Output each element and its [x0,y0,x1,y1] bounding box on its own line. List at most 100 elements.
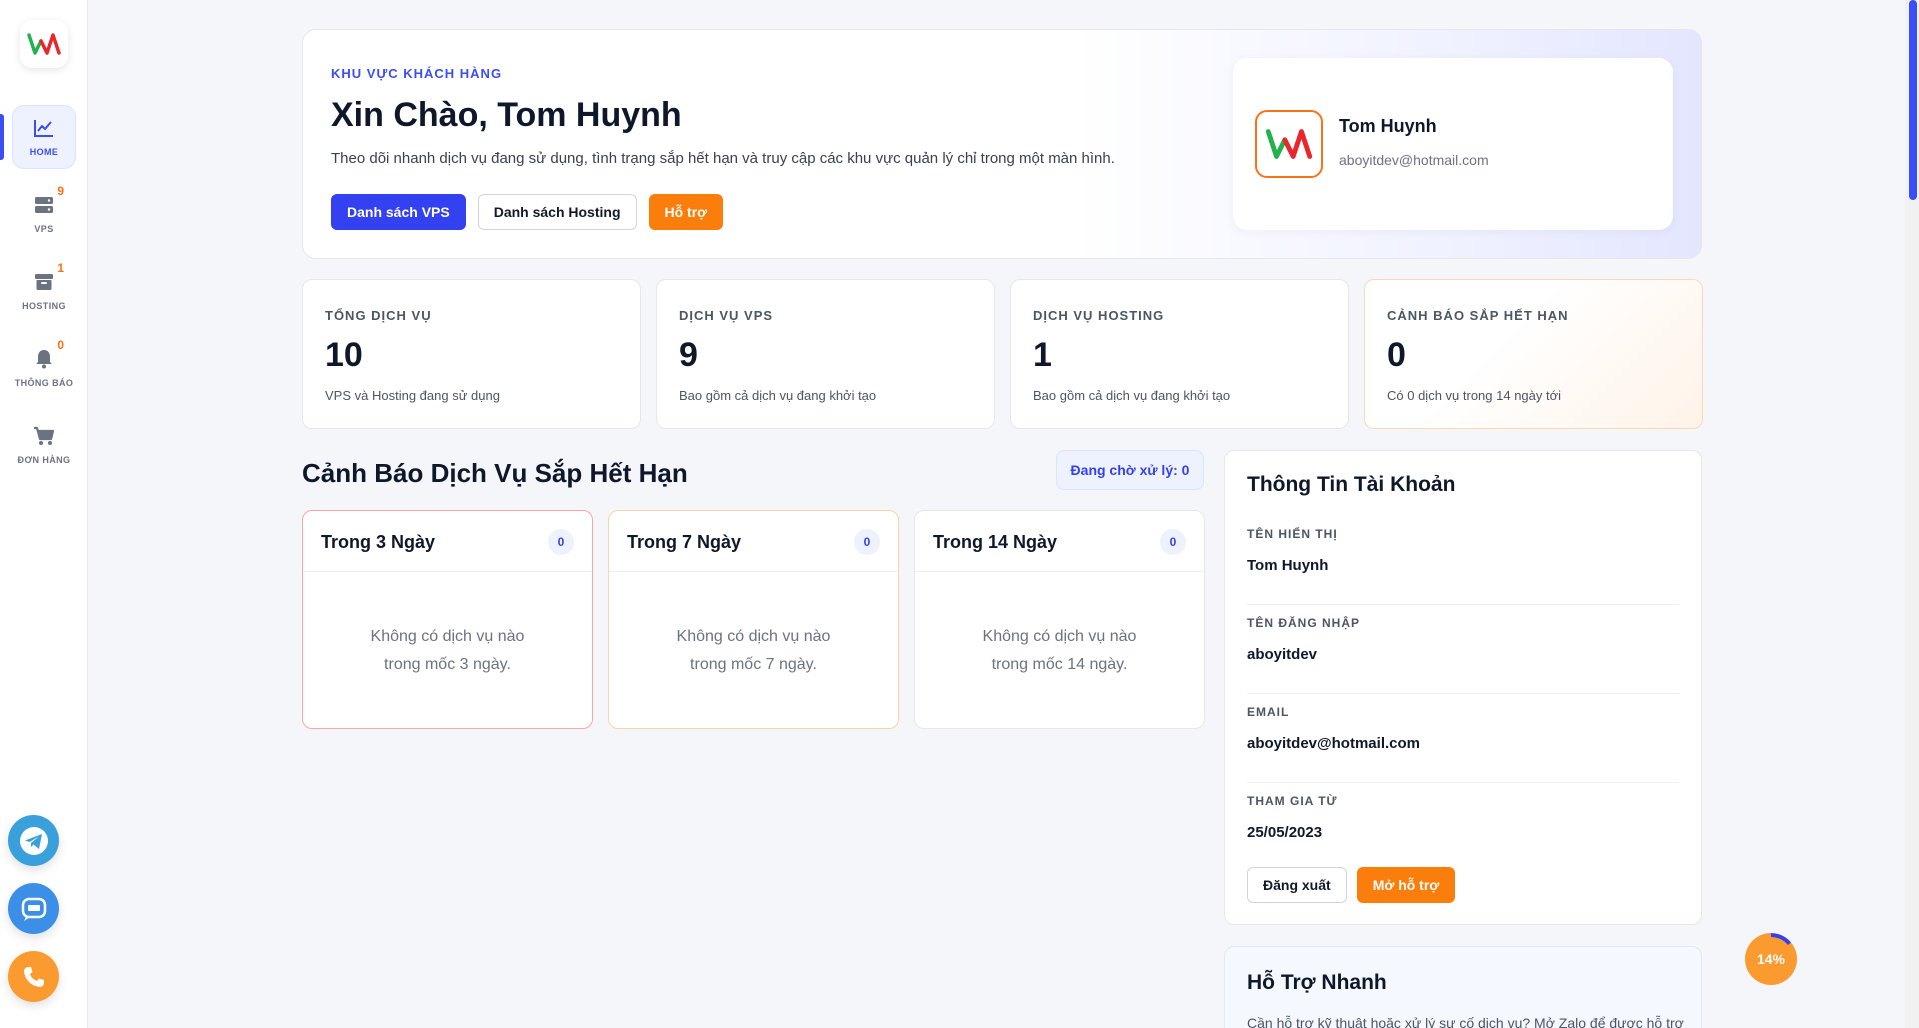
sidebar: HOME 9 VPS 1 HOSTING 0 THÔNG BÁO ĐƠN HÀN… [0,0,88,1028]
telegram-icon [19,826,48,855]
stat-label: TỔNG DỊCH VỤ [325,308,432,323]
sidebar-item-label: VPS [34,224,54,234]
field-value: aboyitdev@hotmail.com [1247,735,1420,752]
customer-area-eyebrow: KHU VỰC KHÁCH HÀNG [331,66,503,81]
stat-description: Bao gồm cả dịch vụ đang khởi tạo [679,388,877,403]
nav-active-indicator [0,114,4,160]
empty-line: Không có dịch vụ nào [370,628,525,645]
field-value: Tom Huynh [1247,557,1329,574]
wn-logo-icon [1265,129,1313,159]
stat-vps-services: DỊCH VỤ VPS 9 Bao gồm cả dịch vụ đang kh… [656,279,995,429]
count-badge: 0 [854,529,880,555]
stat-value: 10 [325,336,363,374]
hero-description: Theo dõi nhanh dịch vụ đang sử dụng, tìn… [331,150,1115,167]
field-username: TÊN ĐĂNG NHẬP aboyitdev [1247,606,1679,694]
avatar [1255,110,1323,178]
stat-value: 9 [679,336,698,374]
expiry-card-7-days: Trong 7 Ngày 0 Không có dịch vụ nào tron… [608,510,899,729]
phone-button[interactable] [8,951,59,1002]
sidebar-item-label: HOSTING [22,301,66,311]
card-header: Trong 7 Ngày 0 [609,511,898,572]
card-header: Trong 14 Ngày 0 [915,511,1204,572]
empty-state: Không có dịch vụ nào trong mốc 14 ngày. [935,623,1184,679]
empty-state: Không có dịch vụ nào trong mốc 7 ngày. [629,623,878,679]
quick-support-description: Cần hỗ trợ kỹ thuật hoặc xử lý sự cố dịc… [1247,1015,1684,1028]
stat-label: DỊCH VỤ HOSTING [1033,308,1165,323]
sidebar-item-hosting[interactable]: 1 HOSTING [12,259,76,323]
stat-expiry-warning: CẢNH BÁO SẮP HẾT HẠN 0 Có 0 dịch vụ tron… [1364,279,1703,429]
stat-description: VPS và Hosting đang sử dụng [325,388,500,403]
profile-name: Tom Huynh [1339,116,1437,136]
sidebar-item-vps[interactable]: 9 VPS [12,182,76,246]
account-title: Thông Tin Tài Khoản [1247,473,1456,496]
field-value: aboyitdev [1247,646,1318,663]
logout-button[interactable]: Đăng xuất [1247,867,1347,903]
empty-state: Không có dịch vụ nào trong mốc 3 ngày. [323,623,572,679]
hosting-count-badge: 1 [57,261,64,275]
field-value: 25/05/2023 [1247,824,1323,841]
count-badge: 0 [548,529,574,555]
empty-line: trong mốc 14 ngày. [991,656,1128,673]
vps-list-button[interactable]: Danh sách VPS [331,194,466,230]
sidebar-item-notifications[interactable]: 0 THÔNG BÁO [12,336,76,400]
field-email: EMAIL aboyitdev@hotmail.com [1247,695,1679,783]
bell-icon [33,348,55,370]
count-badge: 0 [1160,529,1186,555]
vps-count-badge: 9 [57,184,64,198]
stat-label: DỊCH VỤ VPS [679,308,774,323]
open-support-button[interactable]: Mở hỗ trợ [1356,867,1456,903]
account-info-panel: Thông Tin Tài Khoản TÊN HIỂN THỊ Tom Huy… [1224,450,1702,925]
profile-card: Tom Huynh aboyitdev@hotmail.com [1233,58,1673,230]
field-label: TÊN ĐĂNG NHẬP [1247,616,1361,630]
server-icon [33,194,55,216]
sidebar-item-label: ĐƠN HÀNG [17,455,71,465]
stat-label: CẢNH BÁO SẮP HẾT HẠN [1387,308,1569,323]
empty-line: Không có dịch vụ nào [982,628,1137,645]
sidebar-item-orders[interactable]: ĐƠN HÀNG [12,413,76,477]
field-display-name: TÊN HIỂN THỊ Tom Huynh [1247,517,1679,605]
chart-line-icon [33,117,55,139]
cart-icon [33,425,55,447]
account-actions: Đăng xuất Mở hỗ trợ [1247,867,1456,903]
empty-line: trong mốc 7 ngày. [690,656,817,673]
card-title: Trong 14 Ngày [933,532,1058,552]
hero-actions: Danh sách VPS Danh sách Hosting Hỗ trợ [331,194,724,230]
welcome-hero: KHU VỰC KHÁCH HÀNG Xin Chào, Tom Huynh T… [302,29,1702,259]
stat-total-services: TỔNG DỊCH VỤ 10 VPS và Hosting đang sử d… [302,279,641,429]
field-label: THAM GIA TỪ [1247,794,1338,808]
sidebar-item-home[interactable]: HOME [12,105,76,169]
quick-support-title: Hỗ Trợ Nhanh [1247,971,1387,994]
zalo-icon [21,897,46,921]
phone-icon [23,966,44,987]
zalo-button[interactable] [8,883,59,934]
support-button[interactable]: Hỗ trợ [648,194,724,230]
hosting-list-button[interactable]: Danh sách Hosting [477,194,637,230]
scrollbar-thumb[interactable] [1909,0,1917,200]
expiry-card-3-days: Trong 3 Ngày 0 Không có dịch vụ nào tron… [302,510,593,729]
telegram-button[interactable] [8,815,59,866]
quick-support-panel: Hỗ Trợ Nhanh Cần hỗ trợ kỹ thuật hoặc xử… [1224,946,1702,1028]
stat-hosting-services: DỊCH VỤ HOSTING 1 Bao gồm cả dịch vụ đan… [1010,279,1349,429]
card-title: Trong 3 Ngày [321,532,436,552]
page-title: Xin Chào, Tom Huynh [331,96,682,134]
empty-line: Không có dịch vụ nào [676,628,831,645]
empty-line: trong mốc 3 ngày. [384,656,511,673]
scroll-progress-indicator[interactable]: 14% [1745,933,1797,985]
brand-logo[interactable] [20,20,68,68]
stat-description: Bao gồm cả dịch vụ đang khởi tạo [1033,388,1231,403]
field-label: EMAIL [1247,705,1290,719]
expiry-card-14-days: Trong 14 Ngày 0 Không có dịch vụ nào tro… [914,510,1205,729]
archive-box-icon [33,271,55,293]
progress-label: 14% [1749,937,1793,981]
pending-status-badge: Đang chờ xử lý: 0 [1056,450,1204,490]
field-label: TÊN HIỂN THỊ [1247,527,1338,541]
sidebar-item-label: HOME [29,147,59,157]
sidebar-item-label: THÔNG BÁO [14,378,74,388]
card-header: Trong 3 Ngày 0 [303,511,592,572]
notification-count-badge: 0 [57,338,64,352]
wn-logo-icon [27,33,61,55]
stat-value: 1 [1033,336,1052,374]
card-title: Trong 7 Ngày [627,532,742,552]
profile-email: aboyitdev@hotmail.com [1339,152,1489,168]
stat-description: Có 0 dịch vụ trong 14 ngày tới [1387,388,1562,403]
